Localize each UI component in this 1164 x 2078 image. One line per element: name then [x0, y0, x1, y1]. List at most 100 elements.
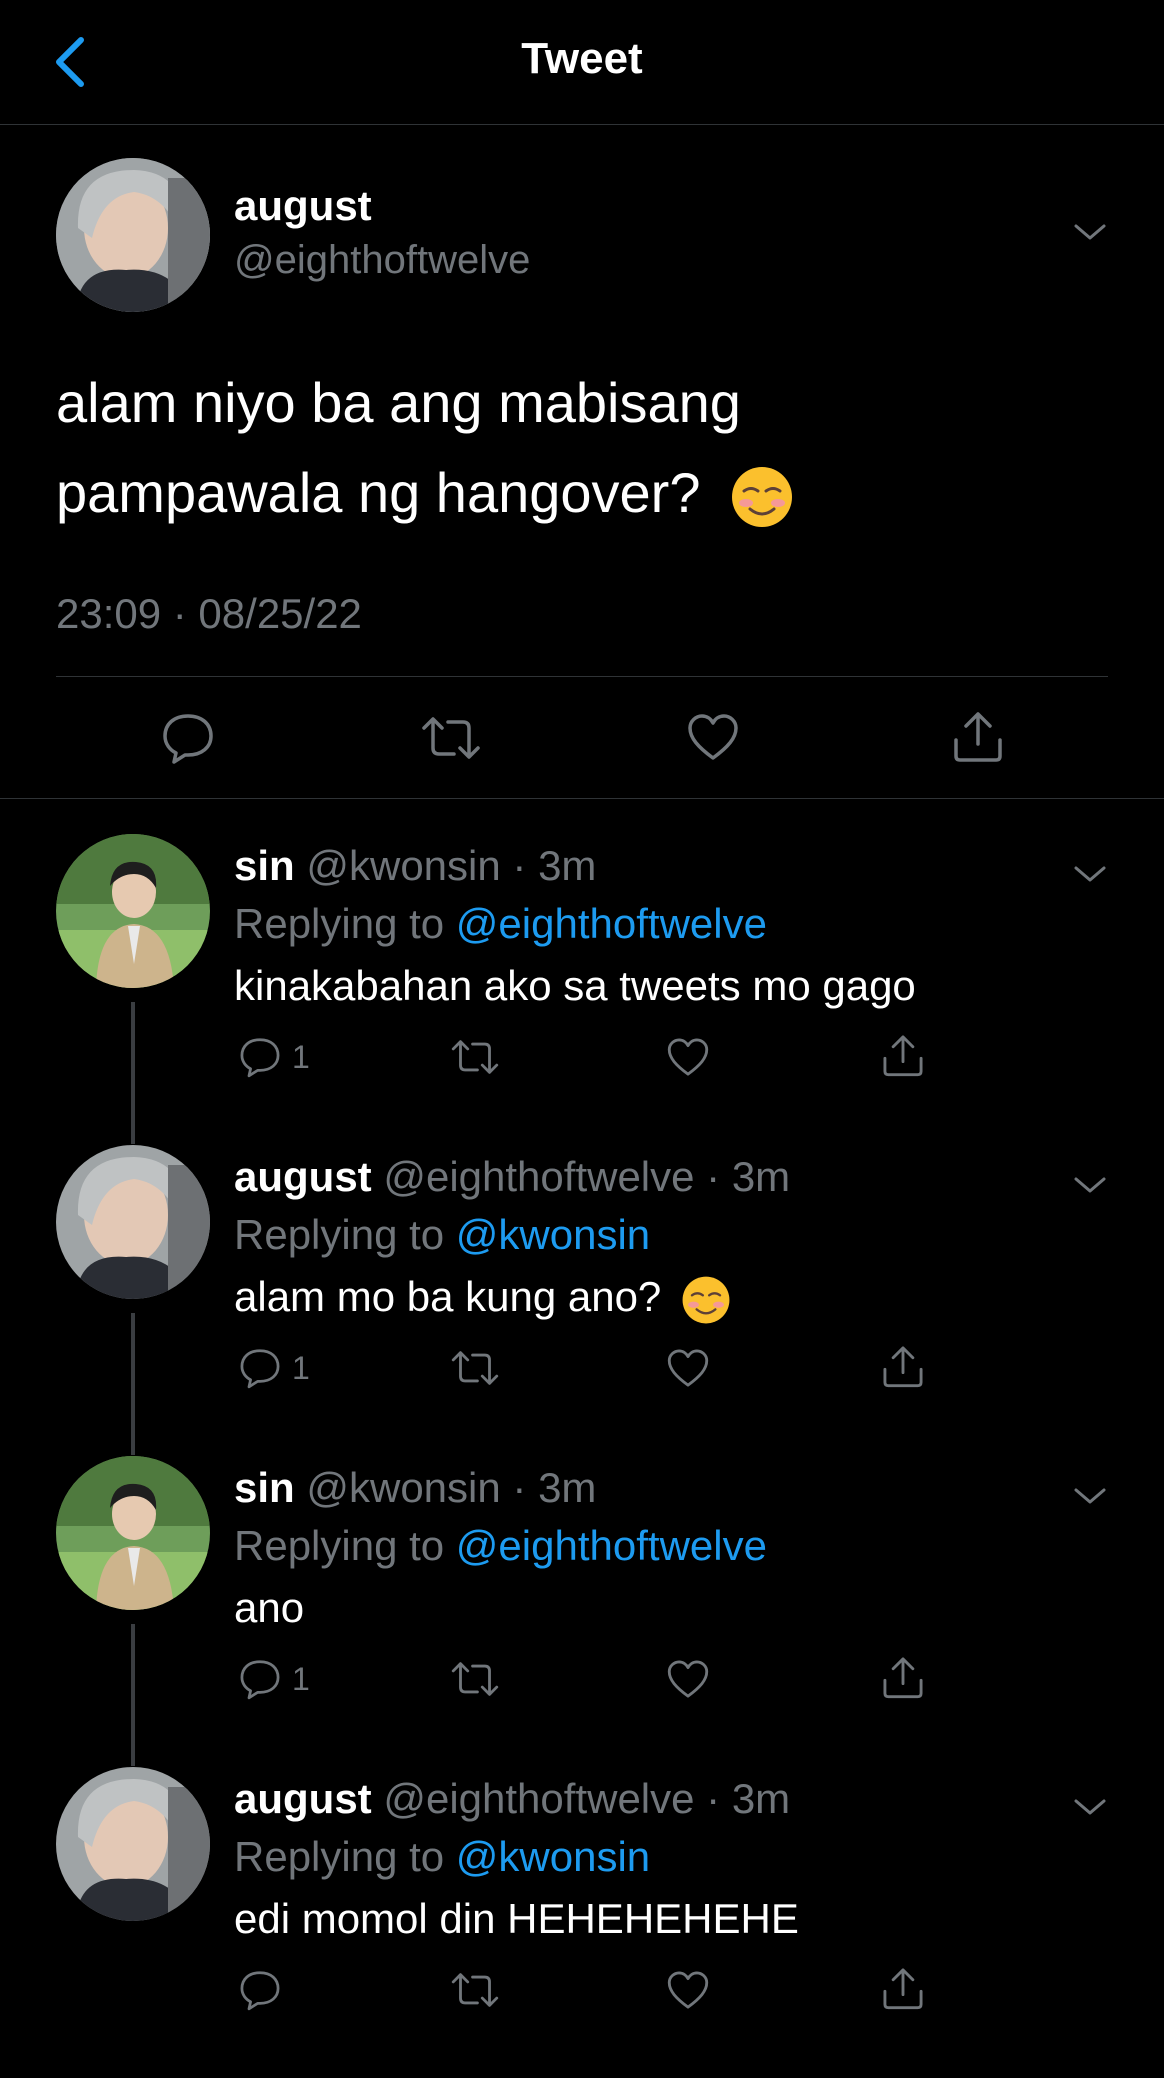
reply-time: 3m [538, 842, 597, 889]
author-name[interactable]: august [234, 1775, 372, 1822]
retweet-button[interactable] [450, 1658, 500, 1700]
replying-to-label: Replying to [234, 900, 445, 947]
replying-to: Replying to @eighthoftwelve [234, 900, 767, 948]
tweet-menu-button[interactable] [1068, 210, 1112, 254]
reply-tweet[interactable]: august @eighthoftwelve · 3m Replying to … [0, 1767, 1164, 2078]
like-button[interactable] [666, 1036, 710, 1078]
retweet-icon [422, 717, 480, 759]
reply-count: 1 [292, 1660, 310, 1697]
chevron-down-icon [1074, 1177, 1106, 1193]
reply-button[interactable] [160, 712, 216, 764]
author-name[interactable]: sin [234, 1464, 295, 1511]
share-icon [883, 1346, 923, 1388]
like-button[interactable] [686, 712, 740, 762]
replying-to-label: Replying to [234, 1522, 445, 1569]
chevron-down-icon [1074, 1488, 1106, 1504]
retweet-icon [451, 1662, 499, 1696]
replying-to: Replying to @eighthoftwelve [234, 1522, 767, 1570]
reply-text: ano [234, 1584, 305, 1631]
author-name[interactable]: august [234, 182, 372, 230]
avatar[interactable] [56, 158, 210, 312]
heart-icon [667, 1349, 709, 1387]
heart-icon [667, 1660, 709, 1698]
reply-button[interactable]: 1 [238, 1347, 310, 1389]
share-icon [883, 1657, 923, 1699]
reply-text: kinakabahan ako sa tweets mo gago [234, 962, 916, 1009]
reply-tweet[interactable]: sin @kwonsin · 3m Replying to @eighthoft… [0, 1456, 1164, 1767]
reply-button[interactable]: 1 [238, 1658, 310, 1700]
reply-count: 1 [292, 1349, 310, 1386]
reply-header: august @eighthoftwelve · 3m [234, 1775, 790, 1823]
reply-button[interactable] [238, 1969, 292, 2011]
author-name[interactable]: sin [234, 842, 295, 889]
avatar[interactable] [56, 1767, 210, 1921]
heart-icon [667, 1971, 709, 2009]
like-button[interactable] [666, 1969, 710, 2011]
reply-actions: 1 [0, 1341, 1164, 1401]
replying-to-label: Replying to [234, 1211, 445, 1258]
tweet-menu-button[interactable] [1068, 1785, 1112, 1829]
like-button[interactable] [666, 1347, 710, 1389]
author-handle[interactable]: @kwonsin [306, 1464, 500, 1511]
heart-icon [667, 1038, 709, 1076]
reply-time: 3m [731, 1775, 791, 1822]
chevron-down-icon [1074, 1799, 1106, 1815]
reply-actions: 1 [0, 1652, 1164, 1712]
smiling-face-emoji-icon [681, 1275, 731, 1325]
separator-dot: · [694, 1153, 732, 1200]
smiling-face-emoji-icon [730, 465, 794, 529]
separator-dot: · [500, 1464, 539, 1511]
reply-header: sin @kwonsin · 3m [234, 842, 596, 890]
heart-icon [688, 714, 738, 760]
share-button[interactable] [950, 708, 1006, 764]
avatar[interactable] [56, 1456, 210, 1610]
reply-tweet[interactable]: august @eighthoftwelve · 3m Replying to … [0, 1145, 1164, 1456]
share-button[interactable] [880, 1965, 926, 2011]
tweet-text-segment: pampawala ng hangover? [56, 461, 701, 524]
tweet-menu-button[interactable] [1068, 1474, 1112, 1518]
reply-text: alam mo ba kung ano? [234, 1273, 731, 1325]
page-title: Tweet [521, 34, 643, 83]
reply-text-segment: alam mo ba kung ano? [234, 1273, 662, 1320]
tweet-text: alam niyo ba ang mabisang pampawala ng h… [56, 358, 1106, 538]
mention-link[interactable]: @eighthoftwelve [456, 1522, 767, 1569]
retweet-button[interactable] [450, 1969, 500, 2011]
author-handle[interactable]: @eighthoftwelve [383, 1153, 694, 1200]
reply-time: 3m [538, 1464, 597, 1511]
reply-header: august @eighthoftwelve · 3m [234, 1153, 790, 1201]
author-handle[interactable]: @eighthoftwelve [234, 238, 530, 283]
share-button[interactable] [880, 1343, 926, 1389]
reply-time: 3m [731, 1153, 791, 1200]
retweet-icon [451, 1351, 499, 1385]
retweet-button[interactable] [450, 1347, 500, 1389]
mention-link[interactable]: @eighthoftwelve [456, 900, 767, 947]
retweet-icon [451, 1040, 499, 1074]
mention-link[interactable]: @kwonsin [456, 1211, 650, 1258]
share-button[interactable] [880, 1654, 926, 1700]
tweet-menu-button[interactable] [1068, 852, 1112, 896]
reply-actions: 1 [0, 1030, 1164, 1090]
replying-to: Replying to @kwonsin [234, 1833, 650, 1881]
author-handle[interactable]: @kwonsin [306, 842, 500, 889]
avatar[interactable] [56, 834, 210, 988]
share-icon [883, 1035, 923, 1077]
author-handle[interactable]: @eighthoftwelve [383, 1775, 694, 1822]
retweet-button[interactable] [420, 712, 482, 764]
avatar[interactable] [56, 1145, 210, 1299]
share-button[interactable] [880, 1032, 926, 1078]
tweet-menu-button[interactable] [1068, 1163, 1112, 1207]
reply-count: 1 [292, 1038, 310, 1075]
replying-to: Replying to @kwonsin [234, 1211, 650, 1259]
reply-button[interactable]: 1 [238, 1036, 310, 1078]
reply-header: sin @kwonsin · 3m [234, 1464, 596, 1512]
tweet-text-line: pampawala ng hangover? [56, 448, 1106, 538]
reply-tweet[interactable]: sin @kwonsin · 3m Replying to @eighthoft… [0, 834, 1164, 1145]
divider [0, 798, 1164, 799]
mention-link[interactable]: @kwonsin [456, 1833, 650, 1880]
separator-dot: · [500, 842, 539, 889]
retweet-button[interactable] [450, 1036, 500, 1078]
chevron-down-icon [1074, 224, 1106, 240]
author-name[interactable]: august [234, 1153, 372, 1200]
reply-bubble-icon [240, 1660, 280, 1700]
like-button[interactable] [666, 1658, 710, 1700]
